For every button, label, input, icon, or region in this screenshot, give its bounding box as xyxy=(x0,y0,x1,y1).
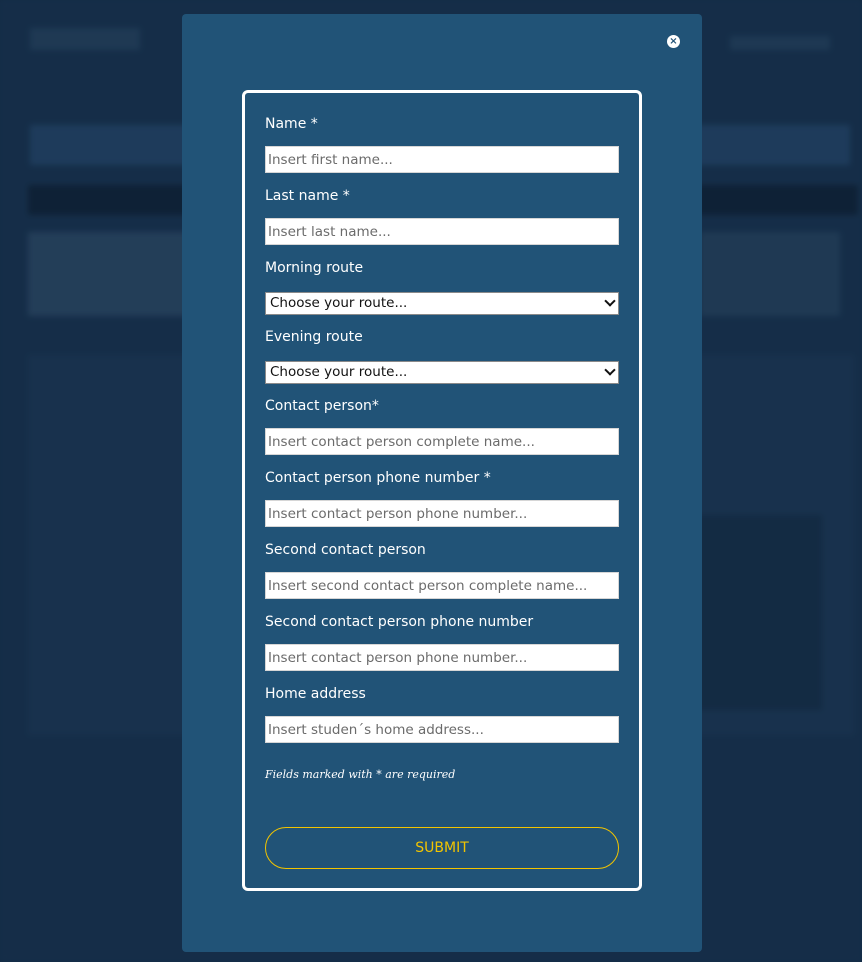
morning-route-label: Morning route xyxy=(265,260,364,276)
chevron-down-icon xyxy=(604,295,616,307)
second-contact-input[interactable] xyxy=(265,572,619,599)
last-name-input[interactable] xyxy=(265,218,619,245)
chevron-down-icon xyxy=(604,364,616,376)
submit-button[interactable]: SUBMIT xyxy=(265,827,619,869)
enrollment-modal: × Name * Last name * Morning route Choos… xyxy=(182,14,702,952)
contact-person-input[interactable] xyxy=(265,428,619,455)
evening-route-value: Choose your route... xyxy=(270,364,408,380)
evening-route-label: Evening route xyxy=(265,329,363,345)
required-fields-note: Fields marked with * are required xyxy=(265,768,456,781)
contact-phone-input[interactable] xyxy=(265,500,619,527)
contact-person-label: Contact person* xyxy=(265,398,379,414)
morning-route-select[interactable]: Choose your route... xyxy=(265,292,619,315)
enrollment-form: Name * Last name * Morning route Choose … xyxy=(242,90,642,891)
close-icon[interactable]: × xyxy=(667,35,680,48)
last-name-label: Last name * xyxy=(265,188,350,204)
evening-route-select[interactable]: Choose your route... xyxy=(265,361,619,384)
contact-phone-label: Contact person phone number * xyxy=(265,470,491,486)
name-label: Name * xyxy=(265,116,318,132)
first-name-input[interactable] xyxy=(265,146,619,173)
second-contact-label: Second contact person xyxy=(265,542,426,558)
home-address-input[interactable] xyxy=(265,716,619,743)
morning-route-value: Choose your route... xyxy=(270,295,408,311)
second-phone-input[interactable] xyxy=(265,644,619,671)
second-phone-label: Second contact person phone number xyxy=(265,614,534,630)
home-address-label: Home address xyxy=(265,686,366,702)
